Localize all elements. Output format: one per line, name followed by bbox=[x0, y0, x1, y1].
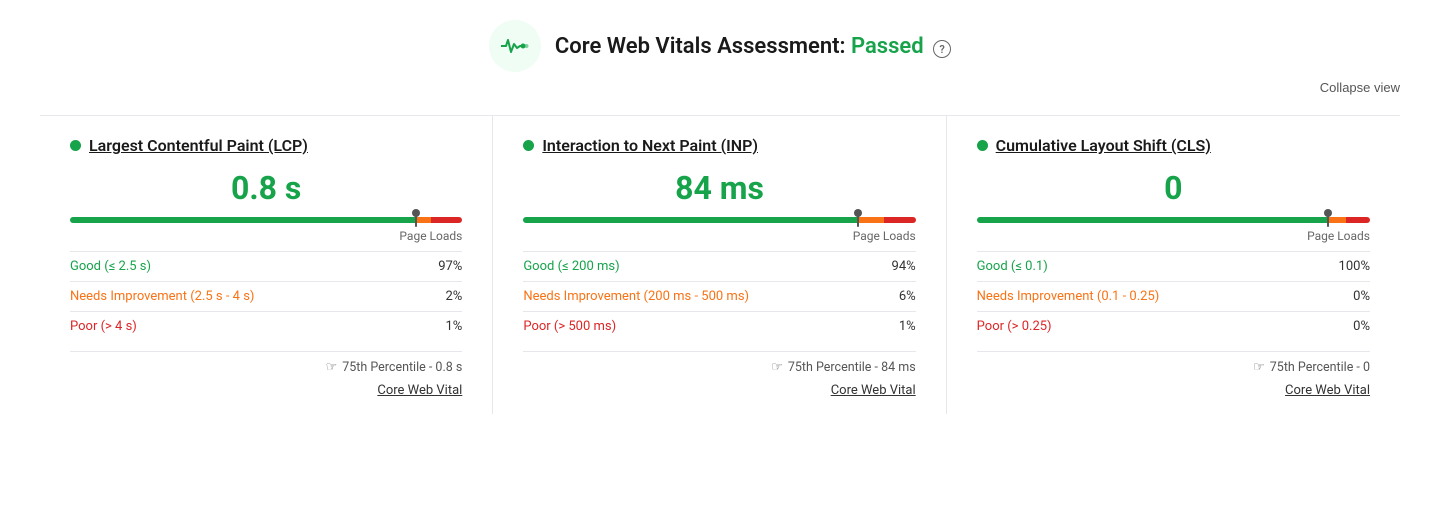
stat-row: Needs Improvement (2.5 s - 4 s) 2% bbox=[70, 282, 462, 312]
stat-row: Poor (> 500 ms) 1% bbox=[523, 312, 915, 342]
help-icon[interactable]: ? bbox=[933, 40, 951, 58]
gauge-orange bbox=[857, 217, 884, 223]
stat-row: Needs Improvement (200 ms - 500 ms) 6% bbox=[523, 282, 915, 312]
stat-value: 0% bbox=[1312, 312, 1370, 342]
gauge-orange bbox=[415, 217, 431, 223]
stat-row: Good (≤ 0.1) 100% bbox=[977, 252, 1370, 282]
page-loads-label: Page Loads bbox=[977, 229, 1370, 243]
gauge-red bbox=[431, 217, 462, 223]
core-web-vital-link[interactable]: Core Web Vital bbox=[70, 383, 462, 398]
metric-title-row: Cumulative Layout Shift (CLS) bbox=[977, 136, 1370, 155]
metric-title-row: Interaction to Next Paint (INP) bbox=[523, 136, 915, 155]
stat-row: Good (≤ 2.5 s) 97% bbox=[70, 252, 462, 282]
stat-value: 94% bbox=[878, 252, 916, 282]
page-title: Core Web Vitals Assessment: Passed ? bbox=[555, 34, 951, 59]
stat-value: 0% bbox=[1312, 282, 1370, 312]
metric-card-inp: Interaction to Next Paint (INP) 84 ms Pa… bbox=[493, 116, 946, 414]
percentile-text: 75th Percentile - 0 bbox=[1270, 360, 1370, 375]
stat-value: 6% bbox=[878, 282, 916, 312]
gauge-marker bbox=[857, 213, 859, 227]
stats-table: Good (≤ 200 ms) 94% Needs Improvement (2… bbox=[523, 251, 915, 341]
assessment-header: Core Web Vitals Assessment: Passed ? bbox=[40, 20, 1400, 72]
stat-value: 1% bbox=[417, 312, 462, 342]
stat-label: Needs Improvement (0.1 - 0.25) bbox=[977, 282, 1313, 312]
stat-label: Good (≤ 0.1) bbox=[977, 252, 1313, 282]
metric-title[interactable]: Cumulative Layout Shift (CLS) bbox=[996, 136, 1211, 155]
stat-label: Poor (> 500 ms) bbox=[523, 312, 877, 342]
gauge-green bbox=[70, 217, 415, 223]
stat-label: Good (≤ 2.5 s) bbox=[70, 252, 417, 282]
gauge-orange bbox=[1327, 217, 1347, 223]
percentile-text: 75th Percentile - 0.8 s bbox=[342, 360, 462, 375]
metric-value: 0.8 s bbox=[70, 169, 462, 207]
stat-label: Poor (> 4 s) bbox=[70, 312, 417, 342]
stat-value: 2% bbox=[417, 282, 462, 312]
stat-value: 100% bbox=[1312, 252, 1370, 282]
stat-value: 1% bbox=[878, 312, 916, 342]
metric-card-cls: Cumulative Layout Shift (CLS) 0 Page Loa… bbox=[947, 116, 1400, 414]
percentile-text: 75th Percentile - 84 ms bbox=[788, 360, 916, 375]
status-dot bbox=[523, 140, 534, 151]
status-dot bbox=[977, 140, 988, 151]
percentile-row: ☞ 75th Percentile - 84 ms bbox=[523, 351, 915, 375]
percentile-icon: ☞ bbox=[771, 360, 783, 375]
gauge-container bbox=[70, 217, 462, 223]
metric-title[interactable]: Interaction to Next Paint (INP) bbox=[542, 136, 758, 155]
stat-label: Good (≤ 200 ms) bbox=[523, 252, 877, 282]
gauge-bar bbox=[70, 217, 462, 223]
page-loads-label: Page Loads bbox=[523, 229, 915, 243]
metric-title-row: Largest Contentful Paint (LCP) bbox=[70, 136, 462, 155]
stat-row: Good (≤ 200 ms) 94% bbox=[523, 252, 915, 282]
gauge-container bbox=[523, 217, 915, 223]
percentile-row: ☞ 75th Percentile - 0.8 s bbox=[70, 351, 462, 375]
gauge-green bbox=[977, 217, 1327, 223]
stats-table: Good (≤ 0.1) 100% Needs Improvement (0.1… bbox=[977, 251, 1370, 341]
core-web-vital-link[interactable]: Core Web Vital bbox=[523, 383, 915, 398]
metric-card-lcp: Largest Contentful Paint (LCP) 0.8 s Pag… bbox=[40, 116, 493, 414]
stat-label: Poor (> 0.25) bbox=[977, 312, 1313, 342]
percentile-icon: ☞ bbox=[326, 360, 338, 375]
stat-label: Needs Improvement (200 ms - 500 ms) bbox=[523, 282, 877, 312]
vitals-icon bbox=[489, 20, 541, 72]
core-web-vital-link[interactable]: Core Web Vital bbox=[977, 383, 1370, 398]
gauge-green bbox=[523, 217, 856, 223]
gauge-container bbox=[977, 217, 1370, 223]
gauge-bar bbox=[523, 217, 915, 223]
stat-value: 97% bbox=[417, 252, 462, 282]
stats-table: Good (≤ 2.5 s) 97% Needs Improvement (2.… bbox=[70, 251, 462, 341]
gauge-marker bbox=[1327, 213, 1329, 227]
stat-row: Needs Improvement (0.1 - 0.25) 0% bbox=[977, 282, 1370, 312]
percentile-row: ☞ 75th Percentile - 0 bbox=[977, 351, 1370, 375]
metric-title[interactable]: Largest Contentful Paint (LCP) bbox=[89, 136, 308, 155]
gauge-red bbox=[1346, 217, 1370, 223]
metrics-grid: Largest Contentful Paint (LCP) 0.8 s Pag… bbox=[40, 115, 1400, 414]
status-dot bbox=[70, 140, 81, 151]
page-loads-label: Page Loads bbox=[70, 229, 462, 243]
stat-row: Poor (> 0.25) 0% bbox=[977, 312, 1370, 342]
metric-value: 84 ms bbox=[523, 169, 915, 207]
gauge-bar bbox=[977, 217, 1370, 223]
metric-value: 0 bbox=[977, 169, 1370, 207]
stat-row: Poor (> 4 s) 1% bbox=[70, 312, 462, 342]
gauge-marker bbox=[415, 213, 417, 227]
gauge-red bbox=[884, 217, 915, 223]
collapse-button[interactable]: Collapse view bbox=[1320, 80, 1400, 95]
collapse-row: Collapse view bbox=[40, 80, 1400, 95]
stat-label: Needs Improvement (2.5 s - 4 s) bbox=[70, 282, 417, 312]
percentile-icon: ☞ bbox=[1253, 360, 1265, 375]
